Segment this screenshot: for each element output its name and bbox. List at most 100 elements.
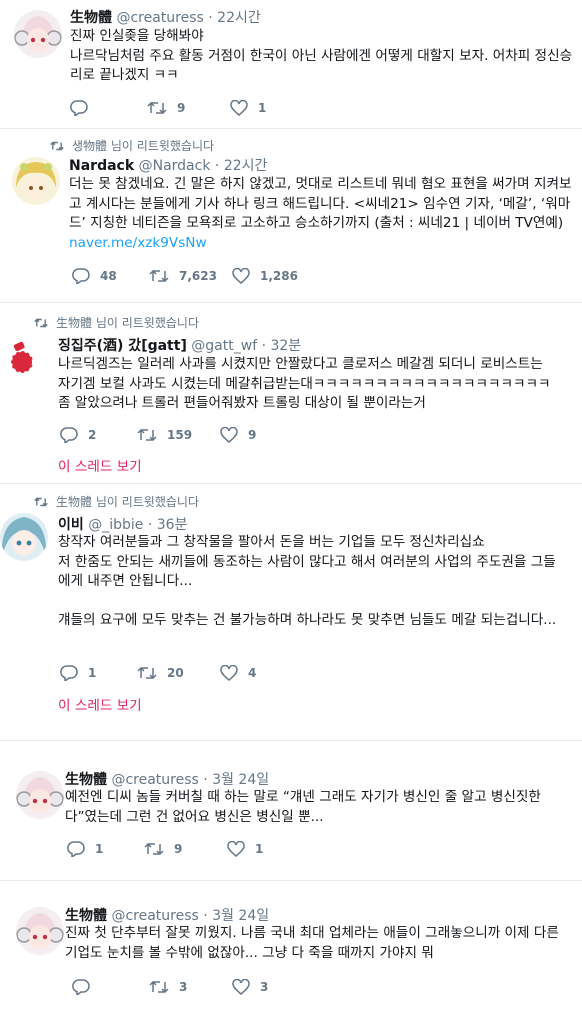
retweet-count: 20 (167, 666, 184, 680)
retweet-icon (137, 428, 157, 442)
heart-icon (232, 979, 250, 995)
timestamp[interactable]: 36분 (157, 517, 188, 533)
user-handle[interactable]: @_ibbie (88, 517, 143, 533)
tweet[interactable]: 生物體 @creaturess · 3월 24일 진짜 첫 단추부터 잘못 끼웠… (0, 881, 582, 1021)
tweet-text: 예전엔 디씨 놈들 커버칠 때 하는 말로 “걔넨 그래도 자기가 병신인 줄 … (65, 789, 541, 825)
timestamp[interactable]: 22시간 (217, 10, 261, 26)
user-handle[interactable]: @gatt_wf (191, 338, 257, 354)
retweet-button[interactable]: 20 (137, 665, 184, 681)
like-count: 1 (255, 842, 264, 856)
display-name[interactable]: 生物體 (65, 908, 107, 924)
tweet[interactable]: 생物體 님이 리트윗했습니다 Nardack @Nardack · 22시간 더… (0, 129, 582, 299)
retweet-context: 생物體 님이 리트윗했습니다 (50, 137, 214, 154)
user-handle[interactable]: @Nardack (139, 158, 211, 174)
reply-button[interactable]: 48 (72, 268, 117, 284)
like-count: 4 (248, 666, 257, 680)
retweet-icon (34, 497, 48, 507)
retweet-icon (34, 318, 48, 328)
tweet-header: 이비 @_ibbie · 36분 (58, 517, 188, 533)
heart-icon (220, 427, 238, 443)
tweet-header: 生物體 @creaturess · 3월 24일 (65, 908, 270, 924)
tweet-text: 더는 못 참겠네요. 긴 말은 하지 않겠고, 멋대로 리스트네 뭐네 혐오 표… (69, 175, 574, 253)
like-count: 1 (258, 101, 267, 115)
timestamp[interactable]: 32분 (270, 338, 301, 354)
retweet-count: 7,623 (179, 269, 217, 283)
like-count: 9 (248, 428, 257, 442)
reply-icon (72, 268, 90, 284)
heart-icon (220, 665, 238, 681)
retweet-icon (50, 141, 64, 151)
retweeted-by-label[interactable]: 생物體 님이 리트윗했습니다 (72, 139, 214, 153)
retweet-context: 生物體 님이 리트윗했습니다 (34, 314, 199, 331)
retweeted-by-label[interactable]: 生物體 님이 리트윗했습니다 (56, 495, 199, 509)
like-button[interactable]: 1,286 (232, 268, 298, 284)
reply-button[interactable]: 2 (60, 427, 96, 443)
avatar[interactable] (0, 334, 48, 382)
display-name[interactable]: 이비 (58, 517, 84, 533)
show-thread-link[interactable]: 이 스레드 보기 (58, 694, 142, 714)
retweet-icon (149, 980, 169, 994)
retweet-button[interactable]: 3 (149, 979, 187, 995)
retweet-button[interactable]: 9 (144, 841, 182, 857)
tweet-actions: 2 159 9 (60, 427, 460, 447)
like-button[interactable]: 1 (230, 100, 266, 116)
retweet-count: 9 (174, 842, 183, 856)
reply-count: 1 (95, 842, 104, 856)
avatar[interactable] (16, 771, 64, 819)
reply-button[interactable] (72, 979, 100, 995)
retweet-button[interactable]: 159 (137, 427, 192, 443)
reply-button[interactable] (70, 100, 98, 116)
tweet[interactable]: 生物體 @creaturess · 3월 24일 예전엔 디씨 놈들 커버칠 때… (0, 741, 582, 871)
user-handle[interactable]: @creaturess (111, 908, 198, 924)
reply-button[interactable]: 1 (67, 841, 103, 857)
reply-icon (67, 841, 85, 857)
heart-icon (232, 268, 250, 284)
reply-icon (70, 100, 88, 116)
reply-count: 48 (100, 269, 117, 283)
tweet-text: 창작자 여러분들과 그 창작물을 팔아서 돈을 버는 기업들 모두 정신차리십쇼… (58, 534, 557, 628)
tweet-header: 生物體 @creaturess · 3월 24일 (65, 772, 270, 788)
show-thread-link[interactable]: 이 스레드 보기 (58, 455, 142, 475)
retweet-button[interactable]: 7,623 (149, 268, 217, 284)
like-button[interactable]: 9 (220, 427, 256, 443)
avatar[interactable] (12, 157, 60, 205)
tweet-text: 진짜 첫 단추부터 잘못 끼웠지. 나름 국내 최대 업체라는 애들이 그래놓으… (65, 925, 559, 961)
heart-icon (230, 100, 248, 116)
retweet-icon (147, 101, 167, 115)
tweet-text-content: 더는 못 참겠네요. 긴 말은 하지 않겠고, 멋대로 리스트네 뭐네 혐오 표… (69, 176, 572, 231)
tweet-actions: 9 1 (70, 100, 470, 120)
timestamp[interactable]: 3월 24일 (212, 772, 269, 788)
avatar[interactable] (16, 907, 64, 955)
like-count: 1,286 (260, 269, 298, 283)
display-name[interactable]: Nardack (69, 158, 134, 174)
reply-button[interactable]: 1 (60, 665, 96, 681)
user-handle[interactable]: @creaturess (116, 10, 203, 26)
display-name[interactable]: 징집주(酒) 갔[gatt] (58, 338, 187, 354)
tweet[interactable]: 生物體 @creaturess · 22시간 진짜 인실좆을 당해봐야 나르닥님… (0, 0, 582, 125)
tweet-actions: 48 7,623 1,286 (72, 268, 472, 288)
retweet-context: 生物體 님이 리트윗했습니다 (34, 493, 199, 510)
timestamp[interactable]: 22시간 (224, 158, 268, 174)
display-name[interactable]: 生物體 (70, 10, 112, 26)
avatar[interactable] (0, 513, 48, 561)
display-name[interactable]: 生物體 (65, 772, 107, 788)
like-button[interactable]: 1 (227, 841, 263, 857)
tweet-link[interactable]: naver.me/xzk9VsNw (69, 235, 207, 251)
tweet[interactable]: 生物體 님이 리트윗했습니다 이비 @_ibbie · 36분 창작자 여러분들… (0, 484, 582, 724)
tweet[interactable]: 生物體 님이 리트윗했습니다 징집주(酒) 갔[gatt] @gatt_wf ·… (0, 303, 582, 483)
retweeted-by-label[interactable]: 生物體 님이 리트윗했습니다 (56, 316, 199, 330)
timestamp[interactable]: 3월 24일 (212, 908, 269, 924)
user-handle[interactable]: @creaturess (111, 772, 198, 788)
retweet-button[interactable]: 9 (147, 100, 185, 116)
retweet-icon (149, 269, 169, 283)
avatar[interactable] (14, 10, 62, 58)
like-count: 3 (260, 980, 269, 994)
like-button[interactable]: 4 (220, 665, 256, 681)
tweet-header: 生物體 @creaturess · 22시간 (70, 10, 261, 26)
retweet-count: 9 (177, 101, 186, 115)
tweet-header: Nardack @Nardack · 22시간 (69, 158, 268, 174)
like-button[interactable]: 3 (232, 979, 268, 995)
tweet-actions: 3 3 (72, 979, 472, 999)
reply-icon (60, 427, 78, 443)
retweet-count: 3 (179, 980, 188, 994)
